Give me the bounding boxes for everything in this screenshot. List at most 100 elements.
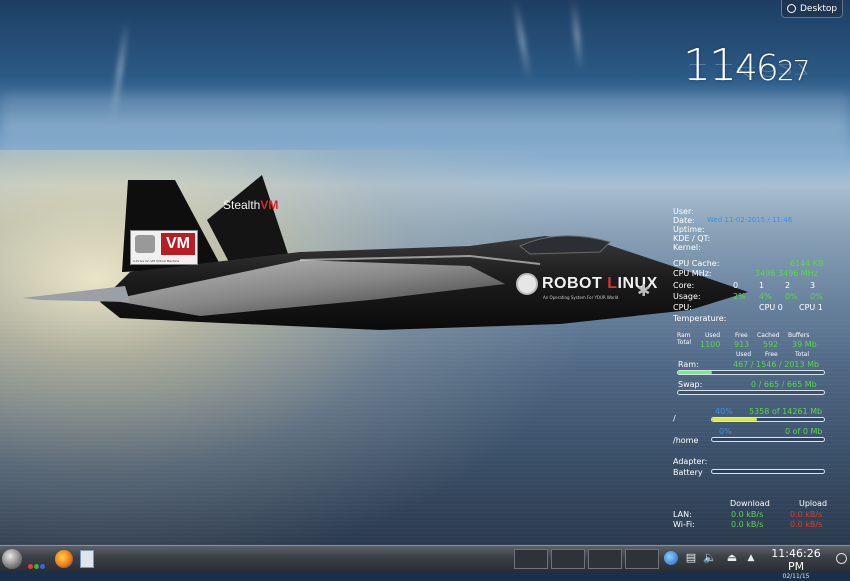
cpu-1-name: CPU 1 <box>799 303 823 312</box>
clock-reflection-seconds: 27 <box>776 60 809 78</box>
clock-reflection: 114627 <box>683 59 808 85</box>
panel-toolbox-icon[interactable] <box>836 553 847 564</box>
pager-desktop-4[interactable] <box>625 549 659 569</box>
cpu-cache-label: CPU Cache: <box>673 259 720 268</box>
hard-disk-icon <box>135 235 155 253</box>
ram-table-total-header: Total <box>677 339 692 346</box>
temperature-label: Temperature: <box>673 314 727 323</box>
root-disk-bar-fill <box>712 418 757 421</box>
ram-table-buffers-header: Buffers <box>788 332 810 339</box>
ram-sub-total: Total <box>795 351 810 358</box>
root-value: 5358 of 14261 Mb <box>749 407 823 416</box>
clock-reflection-hours: 11 <box>683 58 735 85</box>
root-label: / <box>673 414 676 423</box>
wifi-download: 0.0 kB/s <box>731 520 764 529</box>
core-0: 0 <box>733 281 739 290</box>
date-label: Date: <box>673 216 695 225</box>
vm-badge: VM C-Drive On VM Virtual Machine <box>130 230 198 265</box>
core-2: 2 <box>785 281 791 290</box>
fuselage-tagline: An Operating System For YOUR World <box>543 295 619 300</box>
expand-tray-icon[interactable]: ▲ <box>744 551 758 565</box>
ram-sub-free: Free <box>765 351 778 358</box>
usage-core-0: 2% <box>733 292 746 301</box>
taskbar-clock[interactable]: 11:46:26 PM 02/11/15 <box>762 547 830 581</box>
pager-desktop-3[interactable] <box>588 549 622 569</box>
ram-table-ram-header: Ram <box>677 332 691 339</box>
vm-badge-subtitle: C-Drive On VM Virtual Machine <box>133 259 180 263</box>
clock-reflection-minutes: 46 <box>735 59 777 81</box>
cpu-0-name: CPU 0 <box>759 303 783 312</box>
home-disk-bar <box>711 437 825 442</box>
desktop-toolbox-button[interactable]: Desktop <box>781 0 843 18</box>
ram-sub-used: Used <box>736 351 752 358</box>
adapter-label: Adapter: <box>673 457 708 466</box>
ram-table-cached-value: 592 <box>763 340 779 349</box>
desktop-button-label: Desktop <box>800 3 838 14</box>
lan-upload: 0.0 kB/s <box>790 510 823 519</box>
firefox-icon[interactable] <box>55 550 73 568</box>
battery-bar <box>711 469 825 474</box>
usage-core-1: 4% <box>759 292 772 301</box>
ram-bar <box>677 370 825 375</box>
home-label: /home <box>673 436 699 445</box>
robolinux-logo-icon <box>516 273 538 295</box>
user-label: User: <box>673 207 694 216</box>
swap-value: 0 / 665 / 665 Mb <box>751 380 817 389</box>
vm-badge-label: VM <box>161 233 195 255</box>
core-3: 3 <box>810 281 816 290</box>
tail-brand-text: Stealth <box>223 198 261 212</box>
root-percent: 40% <box>715 407 733 416</box>
ram-table-buffers-value: 39 Mb <box>792 340 817 349</box>
cpu-cache-value: 6144 KB <box>790 259 824 268</box>
core-label: Core: <box>673 281 695 290</box>
wifi-label: Wi-Fi: <box>673 520 695 529</box>
taskbar-time: 11:46:26 PM <box>771 547 821 573</box>
network-icon[interactable] <box>664 551 678 565</box>
upload-header: Upload <box>799 499 828 508</box>
clipboard-icon[interactable]: ▤ <box>684 551 698 565</box>
kmenu-icon[interactable] <box>2 549 22 569</box>
date-value: Wed 11-02-2015 / 11:46 <box>707 216 793 224</box>
home-percent: 0% <box>719 427 732 436</box>
tail-brand-mark: VM <box>260 198 279 212</box>
fuselage-brand-l: L <box>607 275 618 292</box>
ram-table-used-header: Used <box>705 332 721 339</box>
light-ray <box>571 0 583 71</box>
light-ray <box>513 0 531 80</box>
core-1: 1 <box>759 281 765 290</box>
swap-label: Swap: <box>678 380 703 389</box>
uptime-label: Uptime: <box>673 225 705 234</box>
pager-desktop-1[interactable] <box>514 549 548 569</box>
wifi-upload: 0.0 kB/s <box>790 520 823 529</box>
usage-core-3: 0% <box>810 292 823 301</box>
ram-table-free-header: Free <box>735 332 748 339</box>
ram-table-cached-header: Cached <box>757 332 780 339</box>
cloud-band <box>0 95 850 111</box>
device-notifier-icon[interactable]: ⏏ <box>725 551 739 565</box>
ram-table-free-value: 913 <box>734 340 750 349</box>
taskbar-panel: ▤ 🔈 ⏏ ▲ 11:46:26 PM 02/11/15 <box>0 545 850 580</box>
battery-label: Battery <box>673 468 703 477</box>
notes-icon[interactable] <box>80 550 94 568</box>
cpu-mhz-label: CPU MHz: <box>673 269 712 278</box>
pager-desktop-2[interactable] <box>551 549 585 569</box>
download-header: Download <box>730 499 770 508</box>
cpu-label: CPU: <box>673 303 692 312</box>
lan-download: 0.0 kB/s <box>731 510 764 519</box>
ram-table-used-value: 1100 <box>700 340 721 349</box>
stealth-jet-image <box>22 175 748 330</box>
fuselage-brand-prefix: ROBOT <box>542 275 603 292</box>
kde-gear-icon: ✱ <box>637 281 651 300</box>
cpu-mhz-value: 3496 3496 MHz <box>755 269 818 278</box>
usage-label: Usage: <box>673 292 701 301</box>
kernel-label: Kernel: <box>673 243 701 252</box>
lan-label: LAN: <box>673 510 692 519</box>
taskbar-date: 02/11/15 <box>782 573 810 580</box>
activities-icon[interactable] <box>28 554 50 569</box>
volume-icon[interactable]: 🔈 <box>703 551 717 565</box>
swap-bar <box>677 390 825 395</box>
kde-qt-label: KDE / QT: <box>673 234 711 243</box>
ram-value: 467 / 1546 / 2013 Mb <box>733 360 820 369</box>
ram-label: Ram: <box>678 360 699 369</box>
cloud-band <box>0 140 850 154</box>
